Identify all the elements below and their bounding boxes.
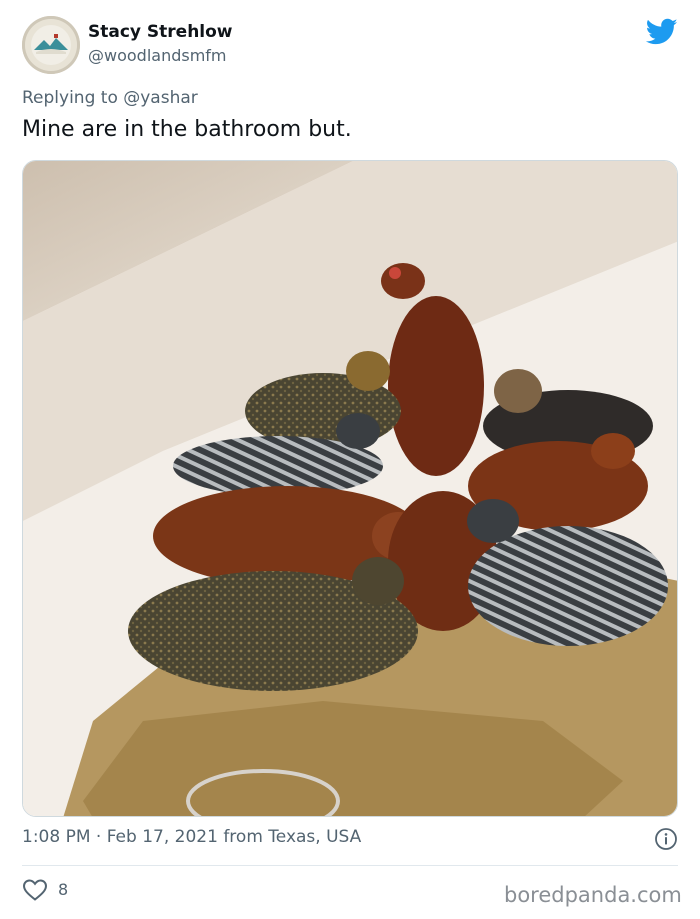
author-handle[interactable]: @woodlandsmfm	[88, 46, 227, 65]
heart-outline-icon[interactable]	[22, 878, 48, 902]
replying-to-line: Replying to @yashar	[22, 88, 198, 108]
tweet-timestamp-location[interactable]: 1:08 PM · Feb 17, 2021 from Texas, USA	[22, 827, 361, 847]
twitter-bird-icon[interactable]	[645, 18, 678, 46]
like-count: 8	[58, 880, 69, 899]
tweet-card: Stacy Strehlow @woodlandsmfm Replying to…	[0, 0, 700, 919]
chickens-in-bathtub-image	[23, 161, 677, 816]
author-display-name[interactable]: Stacy Strehlow	[88, 22, 233, 42]
info-circle-icon[interactable]	[654, 827, 678, 851]
replying-to-prefix: Replying to	[22, 88, 124, 108]
watermark-text: boredpanda.com	[504, 883, 682, 907]
author-avatar[interactable]	[22, 16, 80, 74]
divider	[22, 865, 678, 866]
tweet-text: Mine are in the bathroom but.	[22, 117, 352, 142]
reply-mention-link[interactable]: @yashar	[123, 88, 198, 108]
tweet-photo[interactable]	[22, 160, 678, 817]
